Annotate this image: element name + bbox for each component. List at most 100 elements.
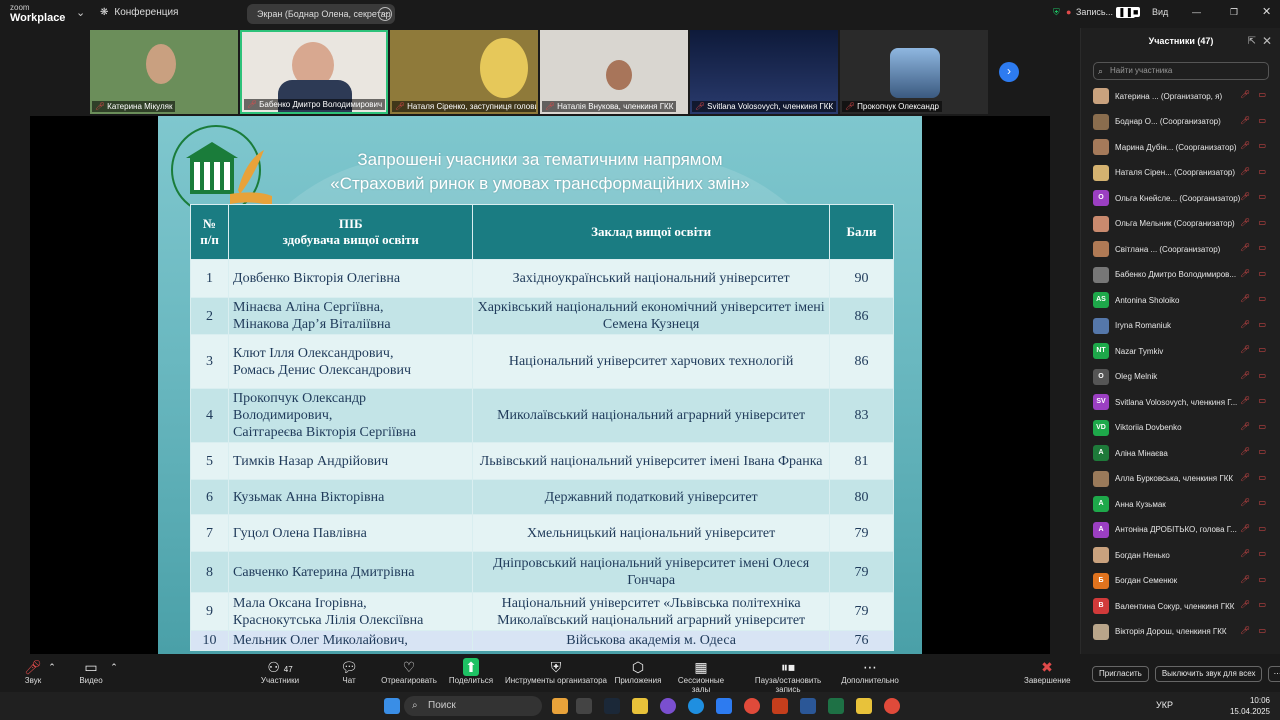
- mic-muted-icon[interactable]: 🎤︎ ▭: [1240, 116, 1269, 125]
- video-tile[interactable]: 🎤︎ Наталія Внукова, членкиня ГКК: [540, 30, 688, 114]
- participant-row[interactable]: А Анна Кузьмак 🎤︎ ▭: [1093, 494, 1269, 514]
- participant-row[interactable]: VD Viktoriia Dovbenko 🎤︎ ▭: [1093, 418, 1269, 438]
- mute-all-button[interactable]: Выключить звук для всех: [1154, 666, 1263, 682]
- video-tile[interactable]: 🎤︎ Прокопчук Олександр: [840, 30, 988, 114]
- mic-muted-icon[interactable]: 🎤︎ ▭: [1240, 345, 1269, 354]
- mic-muted-icon[interactable]: 🎤︎ ▭: [1240, 549, 1269, 558]
- chat-button[interactable]: 💬︎ Чат: [334, 658, 364, 685]
- chrome-icon-2[interactable]: [884, 698, 900, 714]
- header-name: ПІБ здобувача вищої освіти: [228, 204, 474, 260]
- mic-muted-icon[interactable]: 🎤︎ ▭: [1240, 320, 1269, 329]
- mic-muted-icon[interactable]: 🎤︎ ▭: [1240, 422, 1269, 431]
- mic-muted-icon[interactable]: 🎤︎ ▭: [1240, 396, 1269, 405]
- mic-muted-icon[interactable]: 🎤︎ ▭: [1240, 575, 1269, 584]
- video-options-chevron-icon[interactable]: ⌃: [108, 658, 120, 676]
- stop-record-icon[interactable]: ■: [1131, 7, 1141, 17]
- mic-muted-icon[interactable]: 🎤︎ ▭: [1240, 371, 1269, 380]
- participant-row[interactable]: O Oleg Melnik 🎤︎ ▭: [1093, 367, 1269, 387]
- more-button[interactable]: ⋯ Дополнительно: [840, 658, 900, 685]
- video-button[interactable]: ▭ Видео: [76, 658, 106, 685]
- chevron-down-icon[interactable]: ⌄: [76, 6, 85, 19]
- avatar: [1093, 547, 1109, 563]
- participant-row[interactable]: Світлана ... (Соорганизатор) 🎤︎ ▭: [1093, 239, 1269, 259]
- popout-icon[interactable]: ⇱: [1248, 36, 1256, 47]
- taskbar-search[interactable]: ⌕ Поиск: [404, 696, 542, 716]
- end-button[interactable]: ✖ Завершение: [1024, 658, 1071, 685]
- powerpoint-icon[interactable]: [772, 698, 788, 714]
- participant-row[interactable]: Алла Бурковська, членкиня ГКК 🎤︎ ▭: [1093, 469, 1269, 489]
- zoom-icon[interactable]: [716, 698, 732, 714]
- system-clock[interactable]: 10:06 15.04.2025: [1230, 695, 1270, 717]
- next-page-icon[interactable]: ›: [999, 62, 1019, 82]
- share-button[interactable]: ⬆ Поделиться: [448, 658, 494, 685]
- participant-row[interactable]: Марина Дубін... (Соорганизатор) 🎤︎ ▭: [1093, 137, 1269, 157]
- mic-muted-icon[interactable]: 🎤︎ ▭: [1240, 90, 1269, 99]
- mic-muted-icon[interactable]: 🎤︎ ▭: [1240, 498, 1269, 507]
- excel-icon[interactable]: [828, 698, 844, 714]
- explorer-icon[interactable]: [856, 698, 872, 714]
- close-panel-icon[interactable]: ✕: [1262, 34, 1272, 48]
- participant-row[interactable]: Богдан Ненько 🎤︎ ▭: [1093, 545, 1269, 565]
- host-tools-button[interactable]: ⛨ Инструменты организатора: [504, 658, 608, 685]
- video-tile[interactable]: 🎤︎ Катерина Мікуляк: [90, 30, 238, 114]
- participant-row[interactable]: Бабенко Дмитро Володимиров... 🎤︎ ▭: [1093, 265, 1269, 285]
- mic-muted-icon[interactable]: 🎤︎ ▭: [1240, 524, 1269, 533]
- apps-button[interactable]: ⬡ Приложения: [614, 658, 662, 685]
- more-icon[interactable]: ···: [378, 7, 392, 21]
- participant-row[interactable]: Iryna Romaniuk 🎤︎ ▭: [1093, 316, 1269, 336]
- folder-icon[interactable]: [632, 698, 648, 714]
- video-tile[interactable]: 🎤︎ Наталя Сіренко, заступниця голови...: [390, 30, 538, 114]
- app-icon[interactable]: [576, 698, 592, 714]
- participant-row[interactable]: Наталя Сірен... (Соорганизатор) 🎤︎ ▭: [1093, 163, 1269, 183]
- participant-row[interactable]: AS Antonina Sholoiko 🎤︎ ▭: [1093, 290, 1269, 310]
- participant-row[interactable]: А Антоніна ДРОБІТЬКО, голова Г... 🎤︎ ▭: [1093, 520, 1269, 540]
- mic-muted-icon[interactable]: 🎤︎ ▭: [1240, 473, 1269, 482]
- participant-row[interactable]: О Ольга Кнейсле... (Соорганизатор) 🎤︎ ▭: [1093, 188, 1269, 208]
- maximize-icon[interactable]: ❐: [1230, 7, 1238, 18]
- word-icon[interactable]: [800, 698, 816, 714]
- language-indicator[interactable]: УКР: [1156, 700, 1173, 710]
- mic-muted-icon[interactable]: 🎤︎ ▭: [1240, 269, 1269, 278]
- copilot-icon[interactable]: [552, 698, 568, 714]
- mic-muted-icon[interactable]: 🎤︎ ▭: [1240, 447, 1269, 456]
- participant-row[interactable]: Б Богдан Семенюк 🎤︎ ▭: [1093, 571, 1269, 591]
- participants-button[interactable]: ⚇ 47 Участники: [256, 658, 304, 685]
- mic-muted-icon[interactable]: 🎤︎ ▭: [1240, 192, 1269, 201]
- react-button[interactable]: ♡ Отреагировать: [380, 658, 438, 685]
- zoom-logo: zoom Workplace: [10, 3, 65, 24]
- close-icon[interactable]: ✕: [1262, 5, 1271, 18]
- viber-icon[interactable]: [660, 698, 676, 714]
- breakout-rooms-button[interactable]: ▦ Сессионные залы: [668, 658, 734, 694]
- steam-icon[interactable]: [604, 698, 620, 714]
- windows-start-icon[interactable]: [384, 698, 400, 714]
- audio-button[interactable]: 🎤︎ Звук: [18, 658, 48, 685]
- participant-row[interactable]: Ольга Мельник (Соорганизатор) 🎤︎ ▭: [1093, 214, 1269, 234]
- participant-row[interactable]: SV Svitlana Volosovych, членкиня Г... 🎤︎ ▭: [1093, 392, 1269, 412]
- participant-row[interactable]: Катерина ... (Организатор, я) 🎤︎ ▭: [1093, 86, 1269, 106]
- chrome-icon[interactable]: [744, 698, 760, 714]
- more-options-icon[interactable]: ⋯: [1268, 666, 1280, 682]
- view-menu[interactable]: Вид: [1152, 7, 1168, 17]
- participant-search-input[interactable]: ⌕ Найти участника: [1093, 62, 1269, 80]
- video-tile[interactable]: 🎤︎ Svitlana Volosovych, членкиня ГКК: [690, 30, 838, 114]
- video-tile-active[interactable]: 🎤︎ Бабенко Дмитро Володимирович: [240, 30, 388, 114]
- conference-menu[interactable]: ❋ Конференция: [100, 7, 178, 18]
- participant-row[interactable]: Вікторія Дорош, членкиня ГКК 🎤︎ ▭: [1093, 622, 1269, 642]
- mic-muted-icon[interactable]: 🎤︎ ▭: [1240, 626, 1269, 635]
- edge-icon[interactable]: [688, 698, 704, 714]
- mic-muted-icon[interactable]: 🎤︎ ▭: [1240, 167, 1269, 176]
- participant-row[interactable]: Боднар О... (Соорганизатор) 🎤︎ ▭: [1093, 112, 1269, 132]
- mic-muted-icon[interactable]: 🎤︎ ▭: [1240, 243, 1269, 252]
- mic-muted-icon[interactable]: 🎤︎ ▭: [1240, 600, 1269, 609]
- mic-muted-icon[interactable]: 🎤︎ ▭: [1240, 294, 1269, 303]
- screen-share-pill[interactable]: Экран (Боднар Олена, секретар ···: [247, 4, 395, 24]
- audio-options-chevron-icon[interactable]: ⌃: [46, 658, 58, 676]
- mic-muted-icon[interactable]: 🎤︎ ▭: [1240, 141, 1269, 150]
- participant-row[interactable]: NT Nazar Tymkiv 🎤︎ ▭: [1093, 341, 1269, 361]
- minimize-icon[interactable]: —: [1192, 7, 1201, 17]
- pause-record-button[interactable]: ⏸⏹ Пауза/остановить запись: [742, 658, 834, 694]
- participant-row[interactable]: А Аліна Мінаєва 🎤︎ ▭: [1093, 443, 1269, 463]
- invite-button[interactable]: Пригласить: [1092, 666, 1149, 682]
- participant-row[interactable]: В Валентина Сокур, членкиня ГКК 🎤︎ ▭: [1093, 596, 1269, 616]
- mic-muted-icon[interactable]: 🎤︎ ▭: [1240, 218, 1269, 227]
